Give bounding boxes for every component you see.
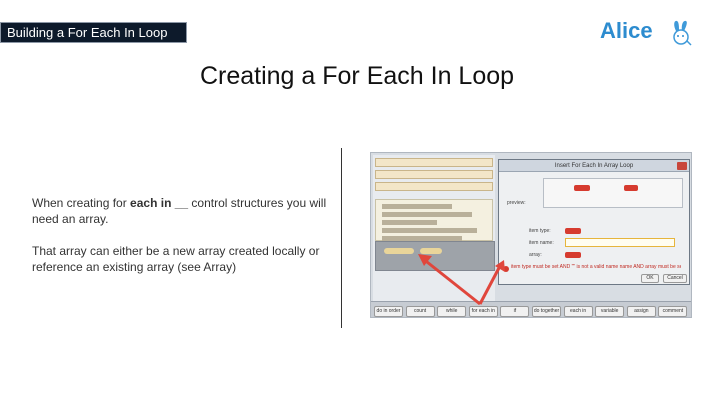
palette-tab[interactable]: do in order: [374, 306, 403, 317]
paragraph-array-needed: When creating for each in __ control str…: [32, 196, 327, 226]
palette-tab[interactable]: for each in: [468, 306, 498, 317]
drop-zone: [375, 241, 495, 271]
alice-logo: Alice: [600, 18, 700, 48]
ok-button[interactable]: OK: [641, 274, 659, 283]
palette-tab[interactable]: do together: [532, 306, 561, 317]
paragraph-array-source: That array can either be a new array cre…: [32, 244, 320, 274]
item-type-label: item type:: [529, 228, 551, 234]
insert-loop-dialog: Insert For Each In Array Loop preview: i…: [498, 159, 690, 285]
preview-label: preview:: [507, 200, 526, 206]
palette-tab[interactable]: comment: [658, 306, 688, 317]
palette-tab[interactable]: each in: [563, 306, 593, 317]
item-name-field[interactable]: [565, 238, 675, 247]
code-row: [375, 182, 493, 191]
item-type-selector[interactable]: [565, 228, 581, 234]
palette-tab[interactable]: assign: [626, 306, 656, 317]
preview-box: [543, 178, 683, 208]
item-name-label: item name:: [529, 240, 554, 246]
slide-body: When creating for each in __ control str…: [32, 195, 332, 291]
control-palette: do in order count while for each in if do tog…: [371, 301, 691, 317]
palette-tab[interactable]: variable: [595, 306, 625, 317]
array-selector[interactable]: [565, 252, 581, 258]
code-row: [375, 170, 493, 179]
vertical-divider: [341, 148, 342, 328]
close-icon[interactable]: [677, 162, 687, 170]
logo-text: Alice: [600, 18, 653, 43]
palette-tab[interactable]: if: [500, 306, 530, 317]
cancel-button[interactable]: Cancel: [663, 274, 687, 283]
section-tag: Building a For Each In Loop: [0, 22, 187, 43]
code-row: [375, 158, 493, 167]
code-keyword: each in __: [130, 196, 189, 210]
validation-warning: item type must be set AND "" is not a va…: [511, 264, 681, 270]
palette-tab[interactable]: while: [437, 306, 467, 317]
code-editor-panel: [373, 155, 495, 301]
slide-title: Creating a For Each In Loop: [199, 62, 515, 90]
dialog-title: Insert For Each In Array Loop: [499, 160, 689, 172]
alice-bunny-icon: [673, 20, 692, 46]
palette-tab[interactable]: count: [405, 306, 435, 317]
array-label: array:: [529, 252, 542, 258]
alice-ide-screenshot: Insert For Each In Array Loop preview: i…: [370, 152, 692, 318]
code-block: [375, 199, 493, 241]
error-icon: [503, 266, 509, 272]
